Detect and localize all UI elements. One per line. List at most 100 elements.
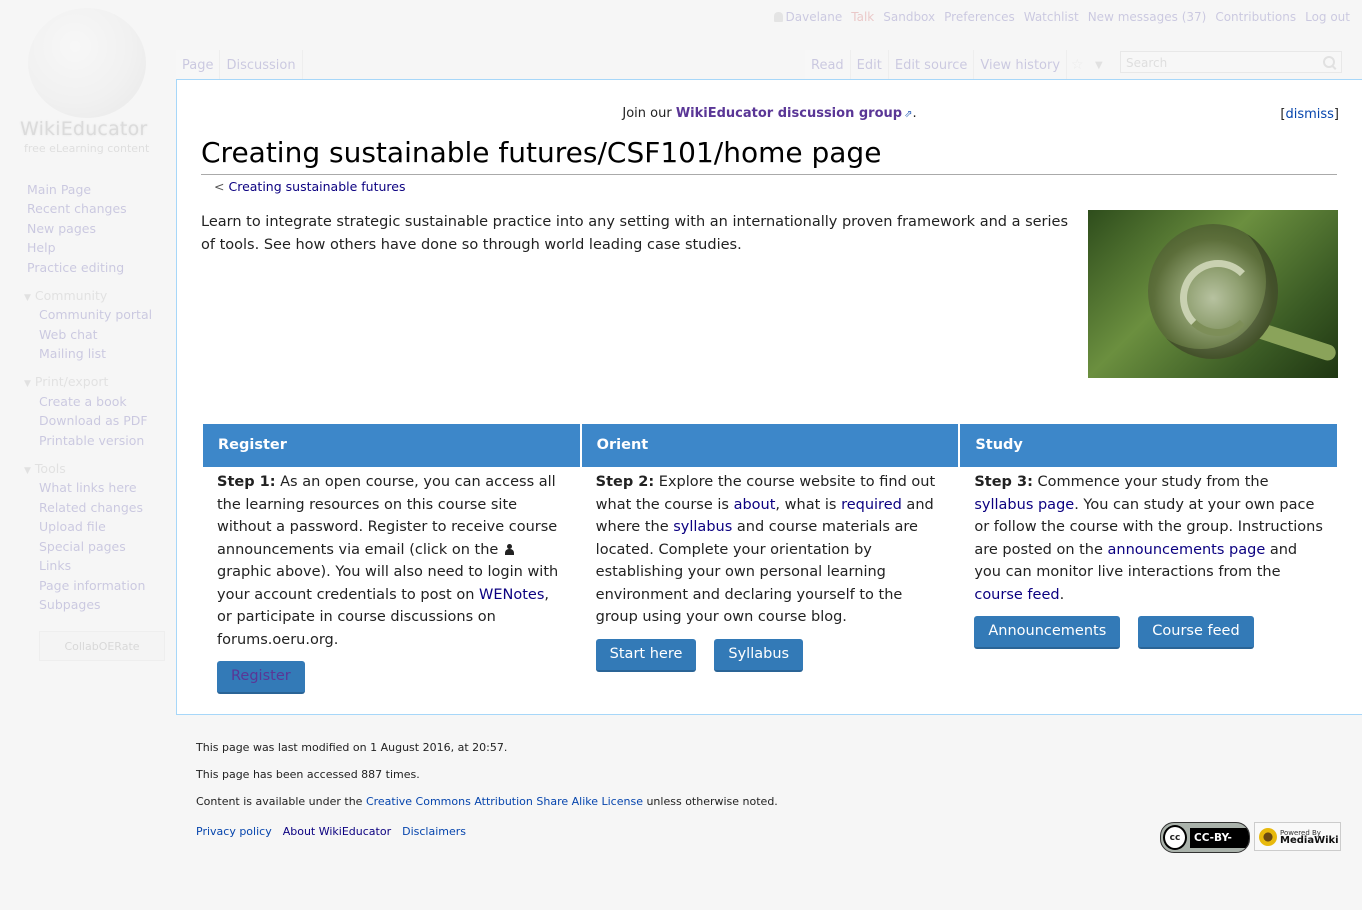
sidebar-item-page-information[interactable]: Page information [39, 578, 145, 593]
study-column: Study Step 3: Commence your study from t… [960, 424, 1338, 694]
sidebar-item-special-pages[interactable]: Special pages [39, 539, 126, 554]
globe-icon [28, 8, 146, 118]
personal-talk[interactable]: Talk [851, 10, 874, 24]
tab-read[interactable]: Read [805, 50, 851, 79]
required-link[interactable]: required [841, 497, 902, 513]
sidebar-item-subpages[interactable]: Subpages [39, 597, 101, 612]
sidebar-item-web-chat[interactable]: Web chat [39, 327, 98, 342]
discussion-group-link[interactable]: WikiEducator discussion group [676, 106, 902, 121]
cc-by-sa-badge[interactable]: cc CC-BY-SA [1160, 822, 1250, 853]
tab-discussion[interactable]: Discussion [220, 50, 303, 79]
sidebar-item-new-pages[interactable]: New pages [27, 221, 96, 236]
tab-edit-source[interactable]: Edit source [889, 50, 975, 79]
tab-page[interactable]: Page [176, 50, 221, 79]
more-menu-chevron-icon[interactable]: ▼ [1091, 60, 1115, 79]
search-input[interactable] [1121, 53, 1316, 73]
start-here-button[interactable]: Start here [595, 638, 697, 672]
personal-new-messages[interactable]: New messages (37) [1088, 10, 1207, 24]
breadcrumb: < Creating sustainable futures [214, 179, 405, 194]
step-label: Step 3: [974, 474, 1033, 490]
logo-wordmark: WikiEducator [20, 118, 148, 140]
tab-edit-label: Edit [856, 58, 882, 73]
announcements-page-link[interactable]: announcements page [1108, 542, 1266, 558]
personal-contributions[interactable]: Contributions [1215, 10, 1296, 24]
license-prefix: Content is available under the [196, 795, 366, 808]
watch-star-icon[interactable]: ☆ [1067, 51, 1091, 79]
portal-heading-community[interactable]: ▼ Community [24, 288, 107, 303]
sidebar-item-related-changes[interactable]: Related changes [39, 500, 143, 515]
expand-arrow-icon: ▼ [24, 466, 31, 476]
syllabus-link[interactable]: syllabus [673, 519, 732, 535]
intro-paragraph: Learn to integrate strategic sustainable… [201, 214, 1069, 253]
disclaimers-link[interactable]: Disclaimers [402, 825, 466, 838]
user-icon [504, 543, 514, 555]
sidebar-item-help[interactable]: Help [27, 240, 56, 255]
portal-heading-label: Community [34, 288, 108, 303]
tab-page-label: Page [182, 58, 214, 73]
register-text: Step 1: As an open course, you can acces… [217, 471, 566, 651]
personal-sandbox[interactable]: Sandbox [883, 10, 935, 24]
course-feed-button[interactable]: Course feed [1138, 616, 1254, 649]
about-link[interactable]: about [734, 497, 776, 513]
orient-buttons: Start here Syllabus [595, 638, 945, 672]
footer-view-count: This page has been accessed 887 times. [196, 768, 420, 781]
about-link[interactable]: About WikiEducator [283, 825, 391, 838]
personal-logout[interactable]: Log out [1305, 10, 1350, 24]
page-title: Creating sustainable futures/CSF101/home… [201, 134, 1337, 175]
expand-arrow-icon: ▼ [24, 379, 31, 389]
mediawiki-sunflower-icon [1259, 827, 1277, 846]
parent-page-link[interactable]: Creating sustainable futures [228, 179, 405, 194]
sidebar-item-mailing-list[interactable]: Mailing list [39, 346, 106, 361]
sidebar-item-what-links-here[interactable]: What links here [39, 480, 137, 495]
mediawiki-badge-text: Powered By MediaWiki [1280, 829, 1339, 846]
cc-badge-text: CC-BY-SA [1190, 827, 1249, 852]
sidebar-item-links[interactable]: Links [39, 558, 71, 573]
sidebar-item-printable-version[interactable]: Printable version [39, 433, 144, 448]
site-logo[interactable]: WikiEducator free eLearning content [14, 4, 164, 155]
tab-discussion-label: Discussion [226, 58, 296, 73]
collaborate-button[interactable]: CollabOERate [39, 631, 165, 661]
search-icon[interactable] [1323, 56, 1335, 68]
syllabus-page-link[interactable]: syllabus page [974, 497, 1074, 513]
privacy-policy-link[interactable]: Privacy policy [196, 825, 272, 838]
sidebar-item-recent-changes[interactable]: Recent changes [27, 201, 127, 216]
sidebar-item-community-portal[interactable]: Community portal [39, 307, 152, 322]
personal-preferences[interactable]: Preferences [944, 10, 1015, 24]
notice-suffix: . [912, 106, 917, 121]
study-text-4: . [1059, 586, 1065, 603]
mw-badge-line2: MediaWiki [1280, 834, 1339, 846]
sidebar-item-upload-file[interactable]: Upload file [39, 519, 106, 534]
dismiss-link[interactable]: dismiss [1285, 107, 1333, 122]
register-buttons: Register [217, 661, 566, 694]
course-feed-link[interactable]: course feed [974, 587, 1059, 603]
portal-heading-tools[interactable]: ▼ Tools [24, 461, 66, 476]
orient-text: Step 2: Explore the course website to fi… [596, 471, 945, 629]
announcements-button[interactable]: Announcements [974, 616, 1121, 649]
wenotes-link[interactable]: WENotes [479, 587, 544, 603]
sidebar-item-download-pdf[interactable]: Download as PDF [39, 413, 148, 428]
personal-user[interactable]: Davelane [773, 10, 842, 24]
sidebar-item-create-book[interactable]: Create a book [39, 394, 127, 409]
powered-by-mediawiki-badge[interactable]: Powered By MediaWiki [1254, 822, 1341, 851]
logo-tagline: free eLearning content [24, 142, 150, 155]
course-steps: Register Step 1: As an open course, you … [203, 424, 1338, 694]
register-button[interactable]: Register [217, 661, 305, 694]
tab-view-history-label: View history [980, 58, 1061, 73]
tab-read-label: Read [811, 58, 844, 73]
tab-edit[interactable]: Edit [851, 50, 889, 79]
portal-heading-print-export[interactable]: ▼ Print/export [24, 374, 108, 389]
step-label: Step 2: [595, 474, 655, 490]
footer-license: Content is available under the Creative … [196, 794, 778, 821]
register-heading: Register [203, 424, 580, 467]
portal-heading-label: Tools [34, 461, 66, 476]
expand-arrow-icon: ▼ [24, 293, 31, 303]
fern-image[interactable] [1088, 210, 1338, 378]
personal-watchlist[interactable]: Watchlist [1024, 10, 1079, 24]
license-link[interactable]: Creative Commons Attribution Share Alike… [366, 795, 643, 808]
tab-view-history[interactable]: View history [974, 50, 1068, 79]
orient-body: Step 2: Explore the course website to fi… [582, 467, 959, 672]
register-body: Step 1: As an open course, you can acces… [203, 467, 580, 694]
sidebar-item-practice-editing[interactable]: Practice editing [27, 260, 124, 275]
sidebar-item-main-page[interactable]: Main Page [27, 182, 91, 197]
syllabus-button[interactable]: Syllabus [714, 638, 804, 672]
